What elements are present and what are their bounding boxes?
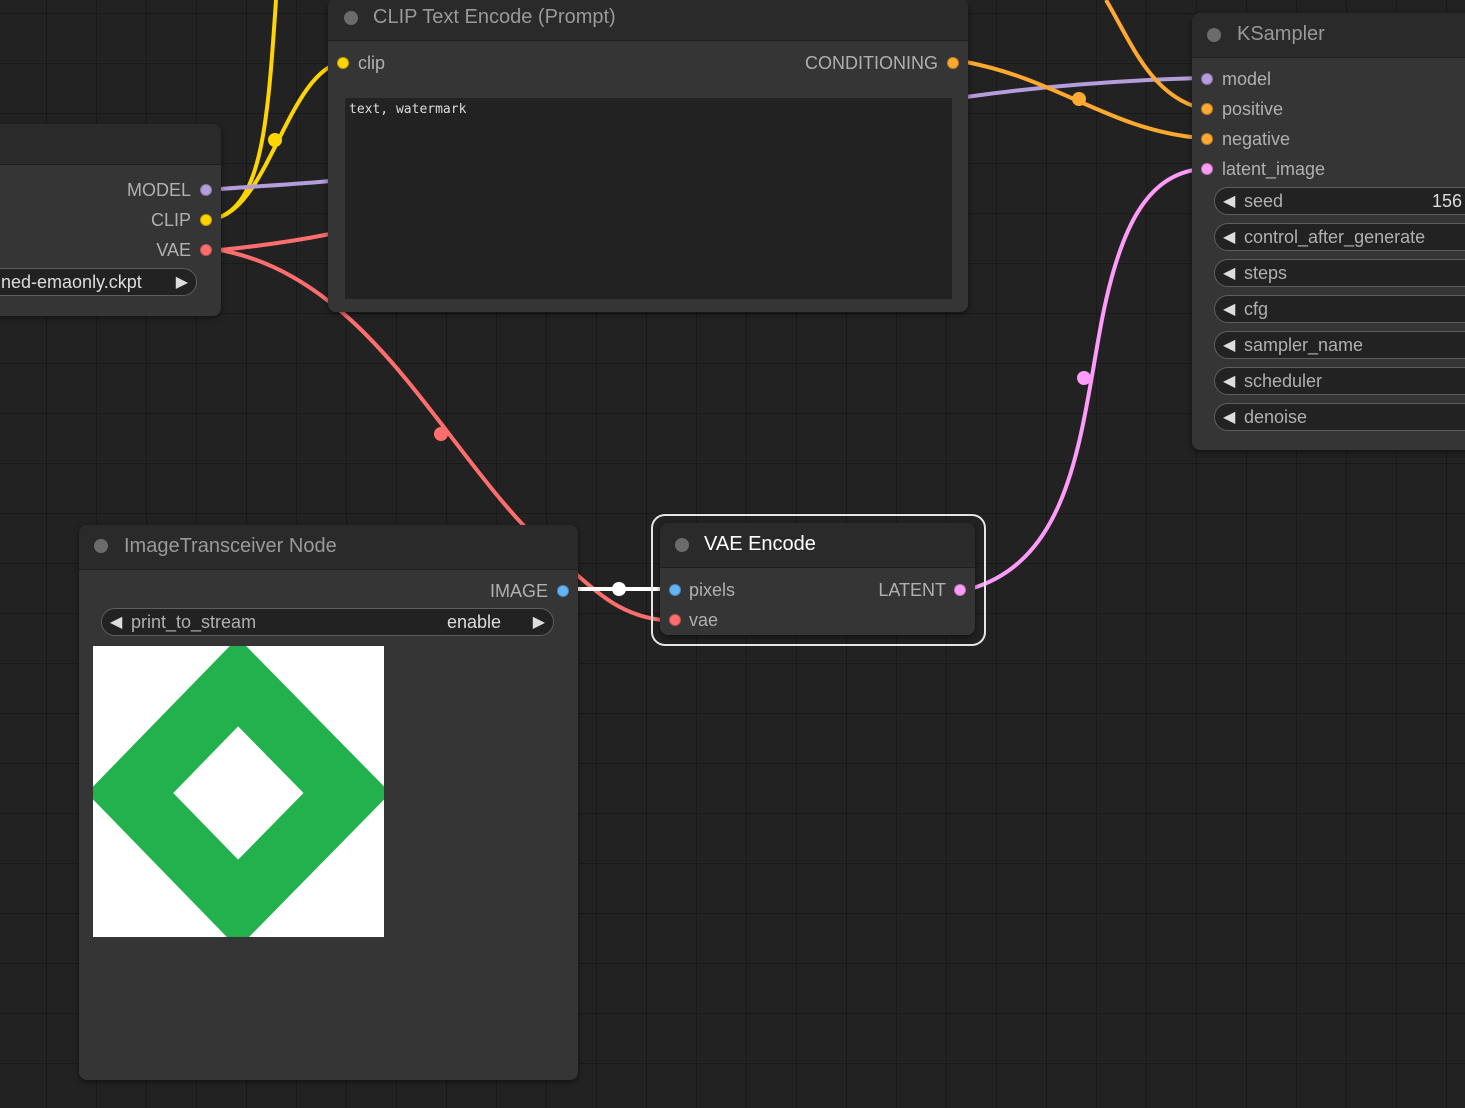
image-preview [93, 646, 384, 937]
increment-arrow-icon[interactable]: ▶ [533, 612, 545, 632]
ckpt-name-widget[interactable]: ned-emaonly.ckpt ▶ [0, 268, 197, 296]
link-image-midpoint[interactable] [612, 582, 626, 596]
ckpt-name-value: ned-emaonly.ckpt [1, 272, 142, 292]
widget-cfg[interactable]: ◀ cfg [1214, 295, 1465, 323]
widget-control-after-generate[interactable]: ◀ control_after_generate [1214, 223, 1465, 251]
output-vae-dot[interactable] [200, 244, 212, 256]
diamond-preview-icon [93, 646, 384, 937]
link-clip-upward[interactable] [219, 0, 278, 219]
output-conditioning-label: CONDITIONING [805, 53, 938, 73]
collapse-dot-icon[interactable] [344, 11, 358, 25]
output-vae-label: VAE [156, 240, 191, 260]
decrement-arrow-icon[interactable]: ◀ [1223, 299, 1235, 319]
output-latent-dot[interactable] [954, 584, 966, 596]
widget-label: steps [1244, 263, 1288, 283]
collapse-dot-icon[interactable] [1207, 28, 1221, 42]
link-vae-short[interactable] [219, 232, 331, 252]
widget-steps[interactable]: ◀ steps [1214, 259, 1465, 287]
input-pixels-dot[interactable] [669, 584, 681, 596]
widget-scheduler[interactable]: ◀ scheduler [1214, 367, 1465, 395]
output-latent-label: LATENT [878, 580, 946, 600]
print-to-stream-widget[interactable]: ◀ print_to_stream enable ▶ [101, 608, 554, 636]
input-negative-dot[interactable] [1201, 133, 1213, 145]
widget-label: seed [1244, 191, 1284, 211]
link-conditioning-positive[interactable] [1104, 0, 1201, 110]
input-negative-label: negative [1222, 129, 1291, 149]
node-title: ImageTransceiver Node [124, 535, 337, 557]
input-vae-dot[interactable] [669, 614, 681, 626]
input-latent-image-label: latent_image [1222, 159, 1326, 179]
input-pixels-label: pixels [689, 580, 736, 600]
output-clip-label: CLIP [150, 210, 191, 230]
link-clip-midpoint[interactable] [268, 133, 282, 147]
widget-seed[interactable]: ◀ seed 156 [1214, 187, 1465, 215]
decrement-arrow-icon[interactable]: ◀ [1223, 335, 1235, 355]
input-clip-dot[interactable] [337, 57, 349, 69]
vae-encode-node[interactable]: VAE Encode pixels vae LATENT [660, 523, 975, 635]
output-model-dot[interactable] [200, 184, 212, 196]
prompt-textarea[interactable]: text, watermark [345, 98, 952, 299]
input-positive-dot[interactable] [1201, 103, 1213, 115]
decrement-arrow-icon[interactable]: ◀ [1223, 227, 1235, 247]
input-clip-label: clip [358, 53, 386, 73]
image-transceiver-node[interactable]: ImageTransceiver Node IMAGE ◀ print_to_s… [79, 525, 578, 1080]
node-title: VAE Encode [704, 533, 816, 555]
widget-label: denoise [1244, 407, 1308, 427]
link-clip-to-clip-encode[interactable] [219, 60, 344, 219]
output-image-dot[interactable] [557, 585, 569, 597]
decrement-arrow-icon[interactable]: ◀ [1223, 263, 1235, 283]
widget-value: 156 [1432, 191, 1463, 211]
clip-text-encode-header[interactable]: CLIP Text Encode (Prompt) [328, 0, 968, 41]
widget-sampler-name[interactable]: ◀ sampler_name [1214, 331, 1465, 359]
ckpt-next-arrow-icon[interactable]: ▶ [176, 272, 188, 292]
link-latent-midpoint[interactable] [1077, 371, 1091, 385]
widget-label: print_to_stream [131, 612, 257, 632]
link-vae-midpoint[interactable] [434, 427, 448, 441]
decrement-arrow-icon[interactable]: ◀ [1223, 191, 1235, 211]
input-model-label: model [1222, 69, 1272, 89]
checkpoint-loader-header[interactable] [0, 124, 221, 165]
input-vae-label: vae [689, 610, 719, 630]
link-conditioning-midpoint[interactable] [1072, 92, 1086, 106]
decrement-arrow-icon[interactable]: ◀ [1223, 371, 1235, 391]
ksampler-header[interactable]: KSampler [1192, 13, 1465, 58]
collapse-dot-icon[interactable] [675, 538, 689, 552]
input-latent-image-dot[interactable] [1201, 163, 1213, 175]
widget-value: enable [446, 612, 501, 632]
node-title: KSampler [1237, 23, 1325, 45]
output-image-label: IMAGE [489, 581, 548, 601]
link-conditioning-negative[interactable] [965, 60, 1201, 140]
output-conditioning-dot[interactable] [947, 57, 959, 69]
graph-canvas[interactable]: MODEL CLIP VAE ned-emaonly.ckpt ▶ CLIP T… [0, 0, 1465, 1108]
link-latent[interactable] [969, 167, 1201, 591]
clip-text-encode-node[interactable]: CLIP Text Encode (Prompt) clip CONDITION… [328, 0, 968, 312]
link-model-to-ksampler[interactable] [965, 76, 1201, 99]
image-transceiver-header[interactable]: ImageTransceiver Node [79, 525, 578, 570]
widget-label: sampler_name [1244, 335, 1364, 355]
output-model-label: MODEL [126, 180, 191, 200]
decrement-arrow-icon[interactable]: ◀ [110, 612, 122, 632]
vae-encode-header[interactable]: VAE Encode [660, 523, 975, 568]
input-positive-label: positive [1222, 99, 1284, 119]
widget-denoise[interactable]: ◀ denoise [1214, 403, 1465, 431]
collapse-dot-icon[interactable] [94, 539, 108, 553]
node-title: CLIP Text Encode (Prompt) [373, 6, 616, 28]
input-model-dot[interactable] [1201, 73, 1213, 85]
decrement-arrow-icon[interactable]: ◀ [1223, 407, 1235, 427]
output-clip-dot[interactable] [200, 214, 212, 226]
link-model[interactable] [219, 179, 331, 191]
widget-label: control_after_generate [1244, 227, 1426, 247]
widget-label: cfg [1244, 299, 1269, 319]
widget-label: scheduler [1244, 371, 1323, 391]
ksampler-node[interactable]: KSampler model positive negative latent_… [1192, 13, 1465, 450]
checkpoint-loader-node[interactable]: MODEL CLIP VAE ned-emaonly.ckpt ▶ [0, 124, 221, 316]
